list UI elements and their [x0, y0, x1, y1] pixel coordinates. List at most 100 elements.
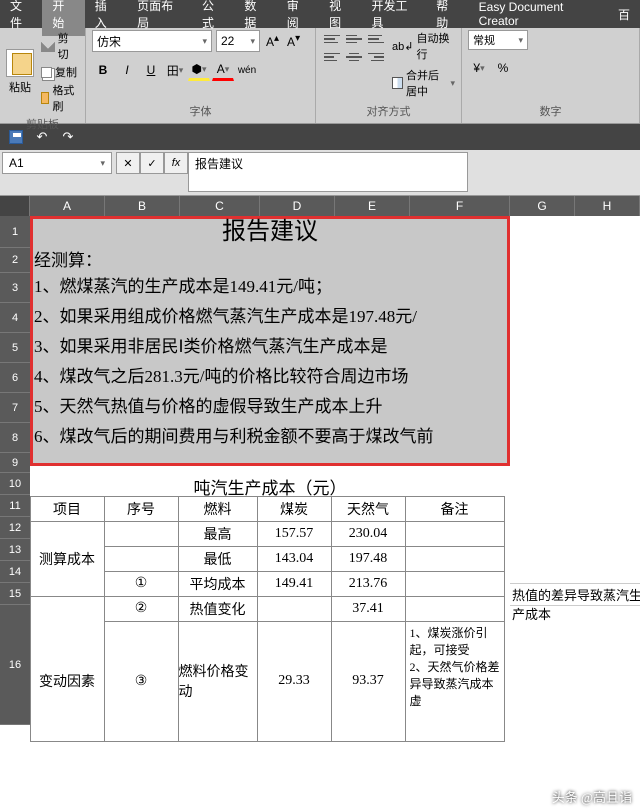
- table-cell[interactable]: 213.76: [331, 571, 406, 597]
- copy-button[interactable]: 复制: [41, 64, 79, 80]
- table-cell[interactable]: 测算成本: [30, 546, 105, 572]
- row-header[interactable]: 9: [0, 453, 30, 473]
- table-cell[interactable]: 最高: [178, 521, 258, 547]
- table-cell[interactable]: 1、煤炭涨价引起，可接受 2、天然气价格差异导致蒸汽成本虚: [405, 621, 505, 742]
- number-format-select[interactable]: 常规▾: [468, 30, 528, 50]
- cell[interactable]: 3、如果采用非居民Ⅰ类价格燃气蒸汽生产成本是: [34, 338, 388, 355]
- col-header[interactable]: H: [575, 196, 640, 216]
- painter-button[interactable]: 格式刷: [41, 82, 79, 114]
- col-header[interactable]: A: [30, 196, 105, 216]
- align-right-button[interactable]: [366, 48, 386, 66]
- phonetic-button[interactable]: wén: [236, 59, 258, 81]
- table-cell[interactable]: [405, 546, 505, 572]
- table-cell[interactable]: 燃料价格变动: [178, 621, 258, 742]
- table-cell[interactable]: ③: [104, 621, 179, 742]
- row-header[interactable]: 14: [0, 561, 30, 583]
- cell[interactable]: 2、如果采用组成价格燃气蒸汽生产成本是197.48元/: [34, 308, 417, 325]
- row-header[interactable]: 5: [0, 333, 30, 363]
- table-cell[interactable]: [30, 521, 105, 547]
- table-cell[interactable]: ②: [104, 596, 179, 622]
- row-header[interactable]: 12: [0, 517, 30, 539]
- table-cell[interactable]: 149.41: [257, 571, 332, 597]
- row-header[interactable]: 8: [0, 423, 30, 453]
- table-cell[interactable]: [104, 521, 179, 547]
- table-title[interactable]: 吨汽生产成本（元）: [30, 474, 510, 496]
- col-header[interactable]: D: [260, 196, 335, 216]
- formula-input[interactable]: 报告建议: [188, 152, 468, 192]
- percent-button[interactable]: %: [492, 57, 514, 79]
- increase-font-button[interactable]: A▴: [264, 33, 281, 49]
- align-center-button[interactable]: [344, 48, 364, 66]
- row-header[interactable]: 10: [0, 473, 30, 495]
- border-button[interactable]: 田▾: [164, 59, 186, 81]
- table-cell[interactable]: [405, 596, 505, 622]
- align-left-button[interactable]: [322, 48, 342, 66]
- italic-button[interactable]: I: [116, 59, 138, 81]
- cell[interactable]: 热值的差异导致蒸汽生产成本: [510, 584, 640, 606]
- underline-button[interactable]: U: [140, 59, 162, 81]
- confirm-fx-button[interactable]: ✓: [140, 152, 164, 174]
- table-cell[interactable]: 157.57: [257, 521, 332, 547]
- table-header[interactable]: 煤炭: [257, 496, 332, 522]
- save-button[interactable]: [8, 129, 24, 145]
- table-cell[interactable]: 变动因素: [30, 621, 105, 742]
- name-box[interactable]: A1▾: [2, 152, 112, 174]
- paste-button[interactable]: 粘贴: [6, 49, 34, 95]
- merge-button[interactable]: 合并后居中▾: [392, 67, 455, 99]
- cut-button[interactable]: 剪切: [41, 30, 79, 62]
- col-header[interactable]: G: [510, 196, 575, 216]
- table-cell[interactable]: ①: [104, 571, 179, 597]
- cell[interactable]: 1、燃煤蒸汽的生产成本是149.41元/吨；: [34, 278, 332, 295]
- row-header[interactable]: 13: [0, 539, 30, 561]
- table-cell[interactable]: 最低: [178, 546, 258, 572]
- table-cell[interactable]: [104, 546, 179, 572]
- cell[interactable]: 4、煤改气之后281.3元/吨的价格比较符合周边市场: [34, 368, 408, 385]
- font-size-select[interactable]: 22▾: [216, 30, 260, 52]
- table-header[interactable]: 天然气: [331, 496, 406, 522]
- row-header[interactable]: 16: [0, 605, 30, 725]
- table-cell[interactable]: 29.33: [257, 621, 332, 742]
- cell[interactable]: 5、天然气热值与价格的虚假导致生产成本上升: [34, 398, 383, 415]
- col-header[interactable]: E: [335, 196, 410, 216]
- row-header[interactable]: 3: [0, 273, 30, 303]
- table-cell[interactable]: 平均成本: [178, 571, 258, 597]
- row-header[interactable]: 6: [0, 363, 30, 393]
- col-header[interactable]: C: [180, 196, 260, 216]
- table-cell[interactable]: 93.37: [331, 621, 406, 742]
- cell[interactable]: 6、煤改气后的期间费用与利税金额不要高于煤改气前: [34, 428, 434, 445]
- wrap-text-button[interactable]: ab↲自动换行: [392, 30, 455, 62]
- font-color-button[interactable]: A▾: [212, 59, 234, 81]
- row-header[interactable]: 2: [0, 248, 30, 273]
- table-cell[interactable]: 37.41: [331, 596, 406, 622]
- table-cell[interactable]: 230.04: [331, 521, 406, 547]
- col-header[interactable]: B: [105, 196, 180, 216]
- table-header[interactable]: 序号: [104, 496, 179, 522]
- bold-button[interactable]: B: [92, 59, 114, 81]
- table-cell[interactable]: [405, 521, 505, 547]
- tab-baidu[interactable]: 百: [608, 1, 640, 28]
- fill-color-button[interactable]: ⬢▾: [188, 59, 210, 81]
- row-header[interactable]: 1: [0, 216, 30, 248]
- table-cell[interactable]: [405, 571, 505, 597]
- cell[interactable]: 经测算：: [34, 252, 102, 269]
- fx-button[interactable]: fx: [164, 152, 188, 174]
- col-header[interactable]: F: [410, 196, 510, 216]
- decrease-font-button[interactable]: A▾: [285, 33, 302, 49]
- align-middle-button[interactable]: [344, 30, 364, 48]
- table-cell[interactable]: [30, 596, 105, 622]
- table-header[interactable]: 项目: [30, 496, 105, 522]
- table-header[interactable]: 燃料: [178, 496, 258, 522]
- row-header[interactable]: 7: [0, 393, 30, 423]
- row-header[interactable]: 4: [0, 303, 30, 333]
- table-cell[interactable]: [30, 571, 105, 597]
- cell[interactable]: 报告建议: [30, 216, 510, 248]
- undo-button[interactable]: ↶: [34, 129, 50, 145]
- table-cell[interactable]: 143.04: [257, 546, 332, 572]
- row-header[interactable]: 11: [0, 495, 30, 517]
- row-header[interactable]: 15: [0, 583, 30, 605]
- table-cell[interactable]: [257, 596, 332, 622]
- redo-button[interactable]: ↷: [60, 129, 76, 145]
- currency-button[interactable]: ¥▾: [468, 57, 490, 79]
- table-cell[interactable]: 197.48: [331, 546, 406, 572]
- align-top-button[interactable]: [322, 30, 342, 48]
